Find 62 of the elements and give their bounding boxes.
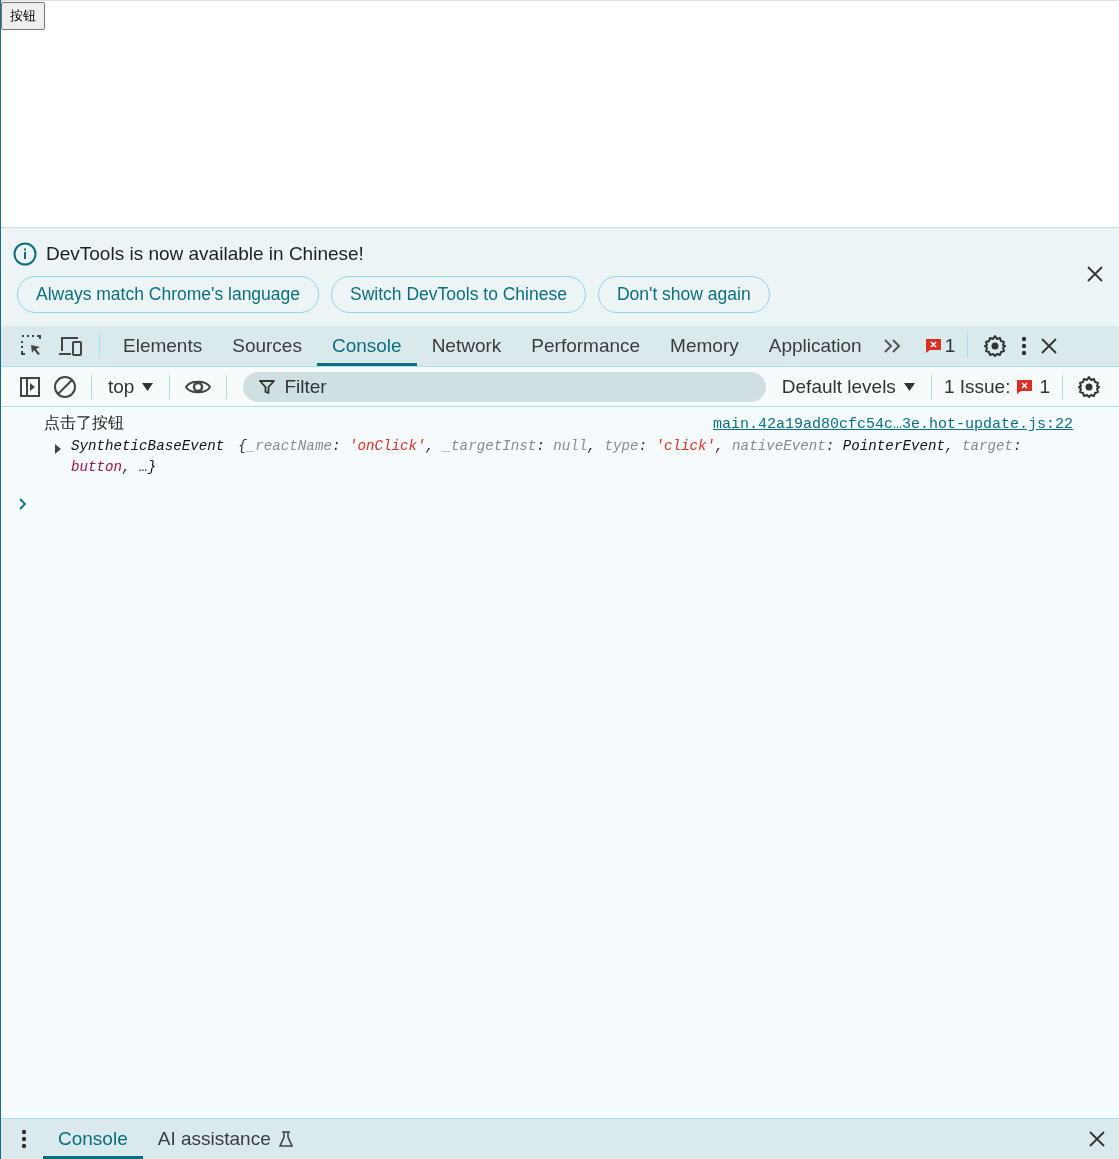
panel-tab[interactable]: Memory	[655, 326, 754, 366]
settings-icon[interactable]	[1077, 374, 1101, 399]
punctuation: ,	[715, 438, 725, 454]
more-tabs-icon[interactable]	[882, 338, 903, 354]
punctuation: ,	[122, 459, 132, 475]
string-value: 'click'	[655, 438, 716, 454]
caret-icon	[142, 382, 154, 391]
property-name: nativeEvent	[732, 438, 826, 454]
flask-icon	[278, 1131, 293, 1147]
filter-field[interactable]: Filter	[243, 371, 766, 402]
clear-console-icon[interactable]	[53, 374, 77, 399]
sidebar-toggle-icon[interactable]	[19, 375, 41, 398]
more-options-icon[interactable]	[21, 1129, 27, 1149]
punctuation: ,	[944, 438, 955, 454]
inspect-icon[interactable]	[20, 334, 44, 358]
more-options-icon[interactable]	[1021, 336, 1028, 356]
error-icon	[1016, 378, 1034, 395]
punctuation: {	[238, 438, 247, 454]
error-count: 1	[944, 335, 956, 357]
settings-icon[interactable]	[983, 334, 1008, 358]
node-value: button	[71, 459, 123, 475]
info-message: DevTools is now available in Chinese!	[46, 242, 364, 265]
punctuation: :	[331, 438, 342, 454]
punctuation: :	[825, 438, 836, 454]
property-name: target	[962, 438, 1014, 454]
value-text: …}	[139, 459, 157, 475]
panel-tab[interactable]: Sources	[217, 326, 317, 366]
levels-dropdown[interactable]: Default levels	[781, 375, 915, 398]
log-message: 点击了按钮	[44, 413, 124, 434]
panel-tab[interactable]: Application	[753, 326, 877, 366]
context-selector[interactable]: top	[108, 375, 154, 398]
drawer-tab[interactable]: Console	[43, 1119, 143, 1159]
device-icon[interactable]	[58, 334, 84, 358]
object-class-name: SyntheticBaseEvent	[71, 438, 225, 454]
punctuation: :	[638, 438, 648, 454]
filter-icon	[259, 378, 276, 395]
info-icon	[13, 241, 37, 266]
punctuation: ,	[587, 438, 597, 454]
property-name: _reactName	[246, 438, 332, 454]
page-button[interactable]: 按钮	[1, 2, 45, 30]
property-name: type	[604, 438, 639, 454]
punctuation: :	[536, 438, 546, 454]
issues-counter[interactable]: 1 Issue: 1	[943, 375, 1050, 398]
drawer-tab[interactable]: AI assistance	[142, 1119, 308, 1159]
expand-triangle-icon[interactable]	[54, 444, 62, 454]
close-icon[interactable]	[1089, 1131, 1105, 1147]
punctuation: :	[1013, 438, 1022, 454]
panel-tab[interactable]: Elements	[108, 326, 218, 366]
panel-tab[interactable]: Network	[416, 326, 517, 366]
error-icon	[924, 338, 942, 354]
close-icon[interactable]	[1041, 338, 1058, 354]
property-name: _targetInst	[442, 438, 537, 454]
panel-tab[interactable]: Performance	[516, 326, 656, 366]
caret-icon	[903, 382, 915, 391]
null-value: null	[553, 438, 588, 454]
close-icon[interactable]	[1087, 266, 1103, 282]
error-counter[interactable]: 1	[924, 335, 956, 357]
punctuation: ,	[425, 438, 436, 454]
string-value: 'onClick'	[348, 438, 426, 454]
source-link[interactable]: main.42a19ad80cfc54c…3e.hot-update.js:22	[712, 416, 1073, 433]
value-text: PointerEvent	[842, 438, 945, 454]
prompt-icon	[19, 498, 27, 510]
